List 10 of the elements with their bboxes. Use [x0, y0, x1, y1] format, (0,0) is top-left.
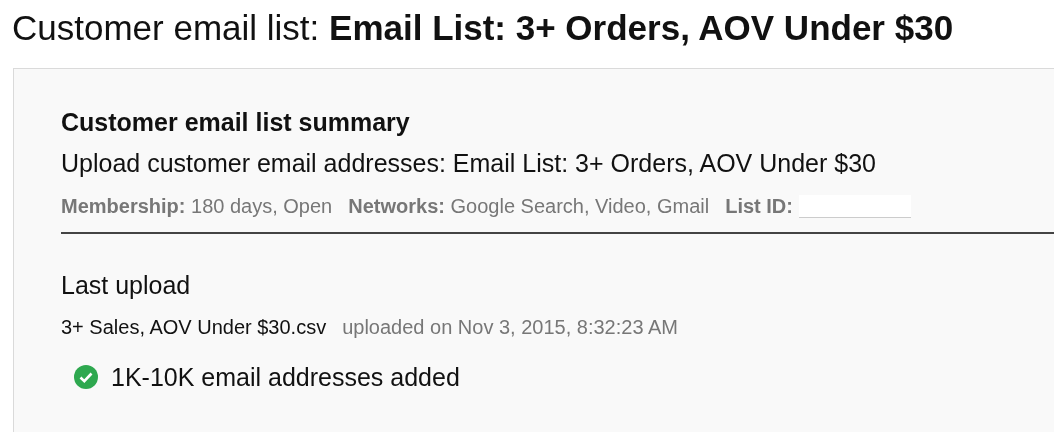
result-message: 1K-10K email addresses added	[111, 362, 460, 392]
file-name: 3+ Sales, AOV Under $30.csv	[61, 316, 327, 339]
section-heading: Last upload	[61, 270, 192, 300]
meta-item: List ID:	[725, 195, 793, 218]
upload-description: Upload customer email addresses: Email List: 3+ Orders, AOV Under $30	[61, 148, 877, 178]
page-title: Customer email list: Email List: 3+ Orders, AOV Under $30	[12, 7, 955, 48]
meta-item: Membership: 180 days, Open	[61, 195, 333, 218]
upload-timestamp: uploaded on Nov 3, 2015, 8:32:23 AM	[342, 316, 678, 339]
meta-item: Networks: Google Search, Video, Gmail	[348, 195, 710, 218]
section-heading: Customer email list summary	[61, 107, 411, 137]
